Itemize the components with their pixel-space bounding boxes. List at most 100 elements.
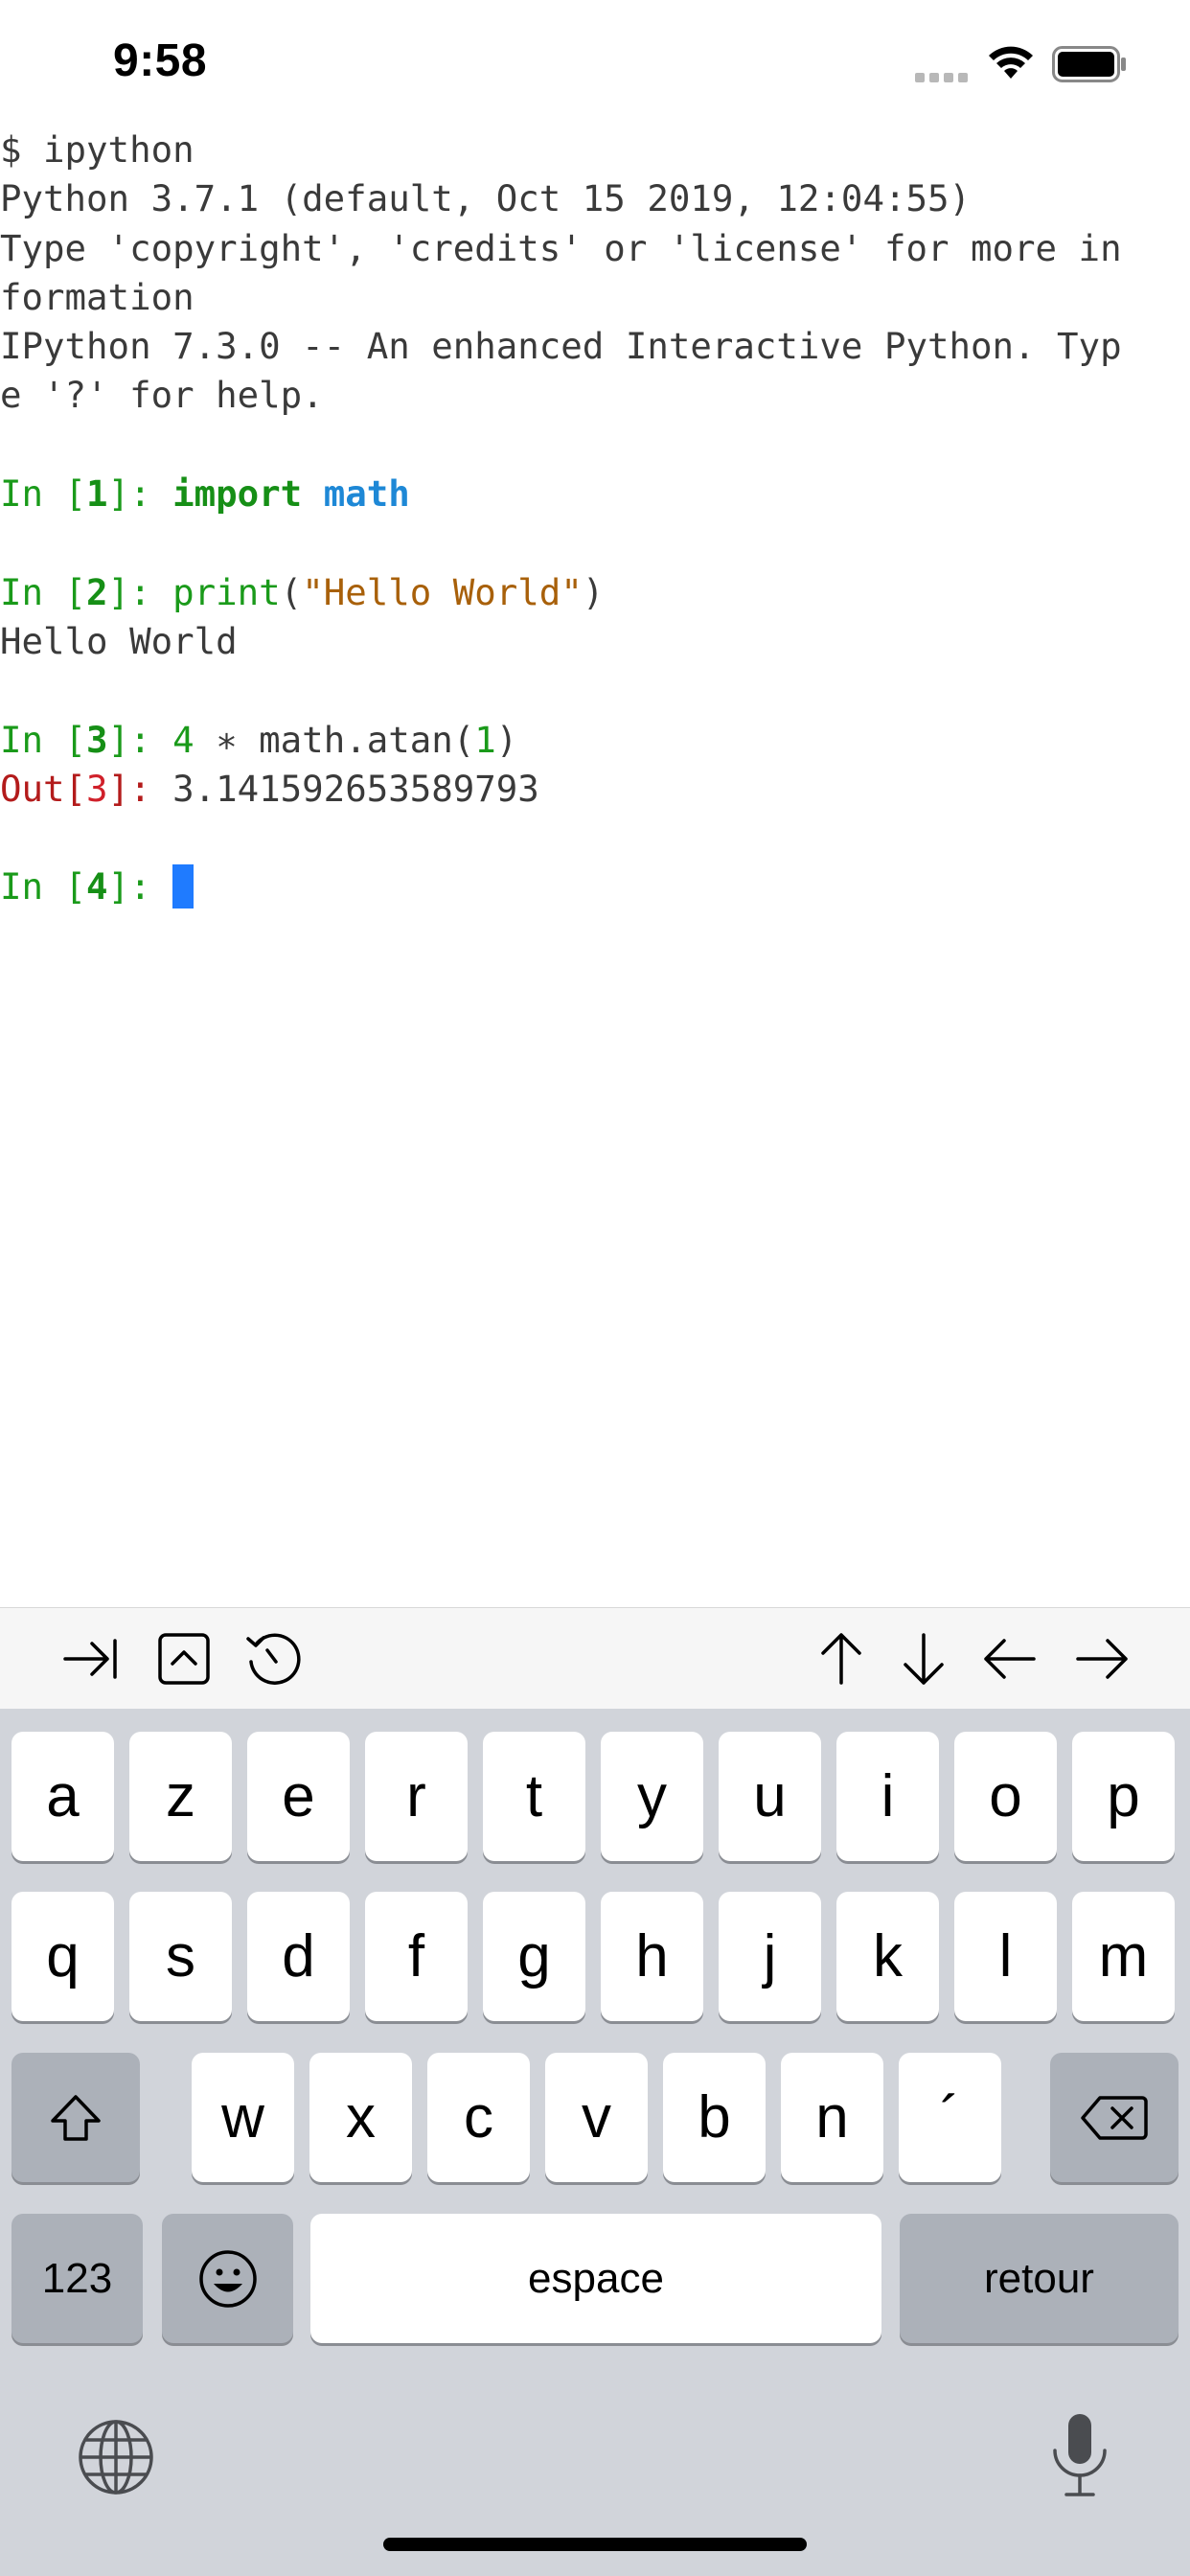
key-z[interactable]: z [129,1732,232,1861]
backspace-key[interactable] [1050,2053,1179,2182]
terminal-text: IPython 7.3.0 -- An enhanced Interactive… [0,325,1122,368]
history-icon [246,1633,301,1685]
terminal-text: 2 [86,570,108,613]
control-icon [158,1633,210,1685]
arrow-right-button[interactable] [1064,1608,1140,1710]
globe-icon [79,2420,153,2495]
microphone-icon [1053,2414,1107,2496]
terminal-text: 3 [86,718,108,761]
arrow-up-icon [821,1633,861,1685]
terminal-text: In [ [0,718,87,761]
key-j[interactable]: j [719,1892,821,2021]
terminal-line: In [1]: import math [0,470,1190,518]
key-t[interactable]: t [483,1732,585,1861]
battery-icon [1052,46,1126,82]
arrow-left-icon [984,1639,1036,1679]
terminal-text: math [323,472,410,516]
terminal-text: 1 [474,718,496,761]
key-r[interactable]: r [365,1732,468,1861]
terminal-line: In [4]: [0,862,1190,911]
wifi-icon [989,46,1033,79]
history-button[interactable] [236,1608,312,1710]
key-´[interactable]: ´ [899,2053,1001,2182]
key-g[interactable]: g [483,1892,585,2021]
key-k[interactable]: k [836,1892,939,2021]
terminal-line: Python 3.7.1 (default, Oct 15 2019, 12:0… [0,174,1190,223]
numbers-key[interactable]: 123 [11,2214,143,2343]
key-a[interactable]: a [11,1732,114,1861]
return-key[interactable]: retour [900,2214,1179,2343]
shift-icon [51,2094,101,2141]
key-l[interactable]: l [954,1892,1057,2021]
arrow-down-button[interactable] [885,1608,962,1710]
terminal-text: print [172,570,281,613]
status-time: 9:58 [113,35,208,86]
terminal-line: Out[3]: 3.141592653589793 [0,765,1190,814]
key-n[interactable]: n [781,2053,883,2182]
key-v[interactable]: v [545,2053,648,2182]
terminal-line: $ ipython [0,126,1190,174]
key-o[interactable]: o [954,1732,1057,1861]
arrow-left-button[interactable] [972,1608,1048,1710]
key-m[interactable]: m [1072,1892,1175,2021]
key-u[interactable]: u [719,1732,821,1861]
terminal-text: formation [0,275,195,318]
arrow-down-icon [904,1633,944,1685]
emoji-key[interactable] [162,2214,293,2343]
terminal-line: Type 'copyright', 'credits' or 'license'… [0,224,1190,273]
key-x[interactable]: x [309,2053,412,2182]
emoji-icon [198,2249,257,2308]
signal-icon [915,73,968,82]
shift-key[interactable] [11,2053,140,2182]
globe-button[interactable] [77,2418,155,2496]
terminal-text: In [ [0,472,87,516]
terminal-text: import [172,472,303,516]
terminal-text: 4 [86,865,108,908]
text-cursor [172,864,195,909]
home-indicator[interactable] [383,2538,807,2551]
terminal-line: In [2]: print("Hello World") [0,568,1190,617]
key-y[interactable]: y [601,1732,703,1861]
arrow-right-icon [1076,1639,1128,1679]
terminal-text: Python 3.7.1 (default, Oct 15 2019, 12:0… [0,177,971,220]
terminal-text: In [ [0,570,87,613]
terminal-text: ]: [107,767,173,810]
terminal-text: e '?' for help. [0,374,324,417]
terminal-output[interactable]: $ ipython Python 3.7.1 (default, Oct 15 2… [0,126,1190,912]
key-w[interactable]: w [192,2053,294,2182]
space-key[interactable]: espace [310,2214,881,2343]
control-button[interactable] [146,1608,222,1710]
terminal-text: 3.141592653589793 [172,767,539,810]
terminal-line: e '?' for help. [0,371,1190,420]
terminal-text: Hello World [0,619,238,662]
terminal-text: ) [495,718,518,761]
terminal-text: 1 [86,472,108,516]
terminal-text: ∗ math.atan( [194,718,475,761]
tab-button[interactable] [53,1608,129,1710]
terminal-text: $ ipython [0,128,195,171]
key-c[interactable]: c [427,2053,530,2182]
terminal-text: ) [582,570,605,613]
tab-icon [63,1639,117,1679]
backspace-icon [1081,2095,1148,2140]
key-p[interactable]: p [1072,1732,1175,1861]
terminal-line: In [3]: 4 ∗ math.atan(1) [0,716,1190,765]
key-q[interactable]: q [11,1892,114,2021]
arrow-up-button[interactable] [803,1608,880,1710]
key-b[interactable]: b [663,2053,766,2182]
terminal-text: ]: [107,865,173,908]
key-s[interactable]: s [129,1892,232,2021]
key-i[interactable]: i [836,1732,939,1861]
dictation-button[interactable] [1049,2410,1110,2502]
key-h[interactable]: h [601,1892,703,2021]
key-e[interactable]: e [247,1732,350,1861]
keyboard: azertyuiop qsdfghjklm w x c v b n ´ 123 espace… [0,1709,1190,2576]
key-d[interactable]: d [247,1892,350,2021]
keyboard-accessory-toolbar [0,1607,1190,1710]
key-f[interactable]: f [365,1892,468,2021]
